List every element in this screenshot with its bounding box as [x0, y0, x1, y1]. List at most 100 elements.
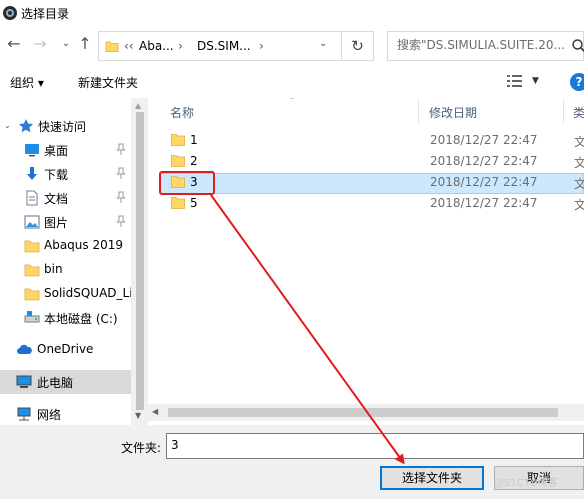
- folder-field-label: 文件夹:: [121, 441, 162, 455]
- pin-icon[interactable]: [116, 143, 126, 155]
- folder-field[interactable]: [166, 433, 584, 459]
- breadcrumb-separator[interactable]: ›: [178, 39, 183, 53]
- breadcrumb-item-abaqus[interactable]: Aba...: [139, 39, 174, 53]
- nav-item-quick-access[interactable]: ⌄ 快速访问: [0, 114, 131, 138]
- file-list: ⌃ 名称 修改日期 类 1 2018/12/27 22:47 文 2 2018/…: [148, 98, 584, 425]
- table-row[interactable]: 1 2018/12/27 22:47 文: [160, 131, 584, 152]
- folder-icon: [171, 155, 185, 167]
- up-arrow-icon[interactable]: ↑: [75, 34, 95, 54]
- nav-item-label: 快速访问: [38, 120, 87, 134]
- view-details-icon: [507, 75, 522, 87]
- help-button[interactable]: ?: [570, 73, 584, 91]
- file-modified: 2018/12/27 22:47: [430, 196, 538, 210]
- nav-item-label: SolidSQUAD_Li: [44, 286, 133, 300]
- pin-icon[interactable]: [116, 215, 126, 227]
- folder-icon: [171, 197, 185, 209]
- table-row[interactable]: 5 2018/12/27 22:47 文: [160, 194, 584, 215]
- annotation-highlight-box: [159, 171, 215, 195]
- search-field[interactable]: [387, 31, 584, 61]
- file-modified: 2018/12/27 22:47: [430, 154, 538, 168]
- nav-item-label: Abaqus 2019: [44, 238, 124, 252]
- file-name: 5: [190, 196, 198, 210]
- document-icon: [26, 190, 38, 206]
- title-bar: 选择目录: [0, 0, 584, 28]
- scroll-thumb[interactable]: [136, 112, 144, 410]
- collapse-chevron-icon[interactable]: ⌄: [4, 121, 11, 130]
- nav-item-downloads[interactable]: 下载: [0, 162, 131, 186]
- nav-item-label: 桌面: [44, 144, 69, 158]
- folder-icon: [171, 134, 185, 146]
- nav-item-label: 网络: [37, 408, 62, 422]
- drive-icon: [24, 311, 40, 323]
- nav-item-pictures[interactable]: 图片: [0, 210, 131, 234]
- nav-item-documents[interactable]: 文档: [0, 186, 131, 210]
- table-row-selected[interactable]: 3 2018/12/27 22:47 文: [160, 173, 584, 194]
- address-bar: ← → ⌄ ↑ ‹‹ Aba... › DS.SIM... › ⌄ ↻: [0, 28, 584, 62]
- scroll-up-icon[interactable]: ▲: [135, 101, 141, 110]
- breadcrumb-overflow[interactable]: ‹‹: [124, 39, 134, 53]
- desktop-icon: [25, 144, 39, 157]
- file-type: 文: [574, 177, 584, 191]
- column-header-label: 名称: [170, 106, 195, 120]
- folder-icon: [24, 240, 40, 253]
- nav-item-bin[interactable]: bin: [0, 258, 131, 282]
- folder-icon: [105, 41, 119, 52]
- window-title: 选择目录: [21, 7, 70, 21]
- scroll-thumb[interactable]: [168, 408, 558, 417]
- column-header-type[interactable]: 类: [564, 98, 584, 124]
- folder-name-input[interactable]: [171, 438, 571, 452]
- recent-locations-chevron-icon[interactable]: ⌄: [56, 34, 76, 54]
- computer-icon: [16, 375, 32, 388]
- nav-item-local-disk-c[interactable]: 本地磁盘 (C:): [0, 306, 131, 330]
- nav-scrollbar[interactable]: ▲ ▼: [131, 98, 148, 425]
- nav-item-onedrive[interactable]: OneDrive: [0, 338, 131, 362]
- network-icon: [17, 407, 31, 421]
- scroll-left-icon[interactable]: ◀: [152, 407, 158, 416]
- table-row[interactable]: 2 2018/12/27 22:47 文: [160, 152, 584, 173]
- file-type: 文: [574, 135, 584, 149]
- download-icon: [27, 167, 37, 180]
- file-modified: 2018/12/27 22:47: [430, 175, 538, 189]
- folder-icon: [24, 288, 40, 301]
- nav-item-this-pc[interactable]: 此电脑: [0, 370, 131, 394]
- refresh-icon: ↻: [351, 37, 364, 55]
- file-type: 文: [574, 198, 584, 212]
- new-folder-button[interactable]: 新建文件夹: [78, 74, 138, 91]
- nav-item-label: 图片: [44, 216, 69, 230]
- app-icon: [3, 6, 17, 20]
- star-icon: [19, 119, 33, 133]
- pin-icon[interactable]: [116, 167, 126, 179]
- column-header-modified[interactable]: 修改日期: [419, 98, 563, 124]
- picture-icon: [24, 215, 40, 229]
- organize-menu-button[interactable]: 组织 ▾: [10, 74, 44, 91]
- file-name: 1: [190, 133, 198, 147]
- nav-item-abaqus-2019[interactable]: Abaqus 2019: [0, 234, 131, 258]
- scroll-down-icon[interactable]: ▼: [135, 411, 141, 420]
- select-folder-button[interactable]: 选择文件夹: [380, 466, 484, 490]
- horizontal-scrollbar[interactable]: ◀: [148, 404, 584, 421]
- nav-item-label: 下载: [44, 168, 69, 182]
- search-input[interactable]: [397, 38, 567, 52]
- back-arrow-icon[interactable]: ←: [4, 34, 24, 54]
- refresh-button[interactable]: ↻: [342, 31, 374, 61]
- column-header-name[interactable]: 名称: [160, 98, 418, 124]
- file-modified: 2018/12/27 22:47: [430, 133, 538, 147]
- address-field[interactable]: ‹‹ Aba... › DS.SIM... › ⌄: [98, 31, 342, 61]
- file-name: 2: [190, 154, 198, 168]
- breadcrumb-separator[interactable]: ›: [259, 39, 264, 53]
- address-history-chevron-icon[interactable]: ⌄: [319, 38, 327, 49]
- column-header-label: 修改日期: [429, 106, 478, 120]
- nav-item-label: 文档: [44, 192, 69, 206]
- change-view-button[interactable]: ▼: [506, 74, 546, 90]
- nav-item-desktop[interactable]: 桌面: [0, 138, 131, 162]
- file-type: 文: [574, 156, 584, 170]
- forward-arrow-icon[interactable]: →: [30, 34, 50, 54]
- pin-icon[interactable]: [116, 191, 126, 203]
- nav-item-network[interactable]: 网络: [0, 402, 131, 425]
- search-icon[interactable]: [571, 38, 584, 54]
- nav-item-solidsquad[interactable]: SolidSQUAD_Li: [0, 282, 133, 306]
- nav-item-label: bin: [44, 262, 63, 276]
- nav-item-label: 本地磁盘 (C:): [44, 312, 118, 326]
- folder-icon: [24, 264, 40, 277]
- breadcrumb-item-ds-simulia[interactable]: DS.SIM...: [197, 39, 251, 53]
